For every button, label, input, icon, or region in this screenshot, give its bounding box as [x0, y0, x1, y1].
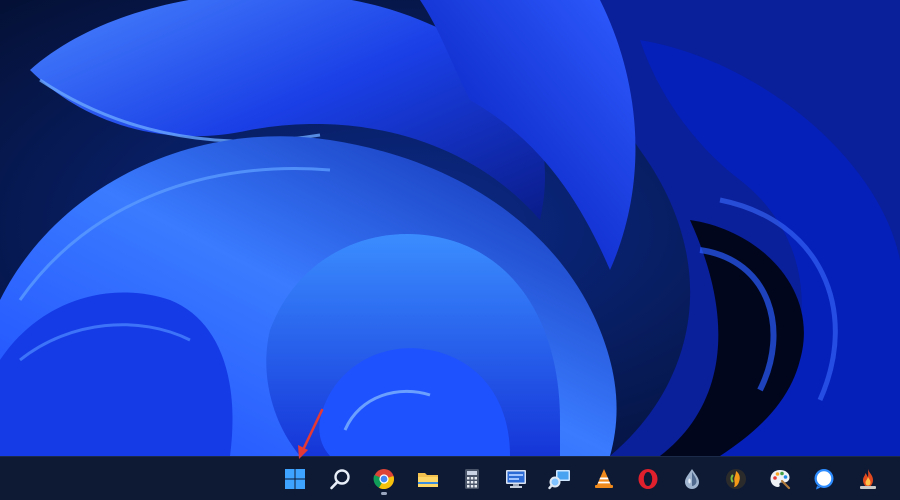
paint-button[interactable] — [762, 462, 798, 496]
magnifier-button[interactable] — [542, 462, 578, 496]
file-explorer-icon — [418, 473, 438, 487]
chrome-button[interactable] — [366, 462, 402, 496]
opera-icon — [638, 469, 658, 489]
opera-button[interactable] — [630, 462, 666, 496]
droplet-button[interactable] — [674, 462, 710, 496]
windows-start-icon — [285, 469, 305, 489]
running-indicator — [381, 492, 387, 495]
vlc-button[interactable] — [586, 462, 622, 496]
remote-desktop-icon — [506, 470, 526, 488]
messenger-button[interactable] — [806, 462, 842, 496]
remote-desktop-button[interactable] — [498, 462, 534, 496]
flame-game-icon — [860, 469, 876, 489]
droplet-icon — [685, 469, 699, 489]
file-explorer-button[interactable] — [410, 462, 446, 496]
search-button[interactable] — [322, 462, 358, 496]
calculator-icon — [465, 469, 479, 489]
bloom-wallpaper-art — [0, 0, 900, 456]
paint-palette-icon — [770, 470, 791, 490]
taskbar — [0, 456, 900, 500]
search-icon — [330, 469, 350, 490]
calculator-button[interactable] — [454, 462, 490, 496]
vlc-icon — [595, 469, 613, 488]
game-button[interactable] — [850, 462, 886, 496]
fl-studio-button[interactable] — [718, 462, 754, 496]
magnifier-icon — [548, 470, 570, 490]
chat-bubble-icon — [814, 469, 834, 490]
desktop-wallpaper — [0, 0, 900, 456]
chrome-icon — [373, 469, 394, 490]
start-button[interactable] — [277, 462, 313, 496]
fl-studio-icon — [726, 469, 746, 489]
